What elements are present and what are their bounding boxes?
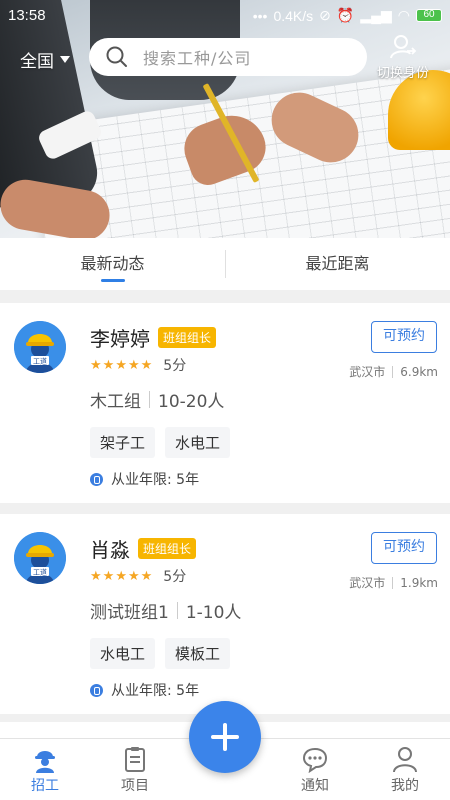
team-name: 木工组 (90, 392, 141, 412)
team-size: 1-10人 (185, 603, 242, 623)
city-selector[interactable]: 全国 (20, 47, 70, 72)
team-name: 测试班组1 (90, 603, 169, 623)
skill-tag: 模板工 (165, 638, 231, 669)
person-icon (393, 747, 417, 773)
nav-projects-label: 项目 (121, 778, 149, 794)
worker-name: 肖淼 (90, 538, 130, 562)
battery-icon: 60 (416, 9, 442, 22)
worker-name: 李婷婷 (90, 327, 150, 351)
nav-projects[interactable]: 项目 (90, 739, 180, 800)
star-icon: ★ (90, 568, 102, 584)
worker-card[interactable]: 工道 李婷婷 班组组长 ★ ★ ★ ★ ★ 5分 木工组 10-20人 架子工 … (0, 303, 450, 503)
chat-icon (302, 747, 328, 773)
alarm-icon: ⏰ (336, 7, 355, 23)
mute-icon: ⊘ (319, 7, 331, 23)
team-info: 木工组 10-20人 (90, 387, 224, 412)
star-icon: ★ (127, 568, 140, 584)
city-text: 武汉市 (349, 365, 386, 379)
distance-text: 6.9km (400, 364, 438, 379)
tab-divider (225, 250, 226, 278)
star-icon: ★ (127, 357, 140, 373)
search-icon (106, 46, 127, 67)
role-badge: 班组组长 (138, 538, 197, 559)
city-label: 全国 (20, 52, 54, 72)
book-button[interactable]: 可预约 (371, 321, 437, 353)
nav-notifications[interactable]: 通知 (270, 739, 360, 800)
switch-user-icon (390, 35, 417, 59)
avatar: 工道 (14, 321, 66, 373)
years-label: 从业年限: 5年 (111, 472, 200, 488)
score-label: 5分 (163, 569, 187, 585)
team-size: 10-20人 (158, 392, 225, 412)
status-dots: ••• (252, 7, 268, 24)
nav-recruit-label: 招工 (31, 778, 59, 794)
star-icon: ★ (90, 357, 102, 373)
experience-icon (90, 472, 103, 486)
nav-recruit[interactable]: 招工 (0, 739, 90, 800)
search-input[interactable]: 搜索工种/公司 (89, 38, 367, 76)
caret-down-icon (60, 56, 70, 63)
worker-icon (35, 751, 55, 773)
wifi-icon: ◠ (397, 7, 410, 23)
search-placeholder: 搜索工种/公司 (143, 49, 252, 68)
worker-avatar-icon: 工道 (14, 532, 66, 584)
location-info: 武汉市 1.9km (349, 574, 438, 591)
team-info: 测试班组1 1-10人 (90, 598, 241, 623)
rating-stars: ★ ★ ★ ★ ★ 5分 (90, 566, 186, 586)
years-label: 从业年限: 5年 (111, 683, 200, 699)
switch-identity-label: 切换身份 (376, 66, 429, 81)
signal-icon: ▂▄▆ (360, 7, 392, 23)
tab-latest[interactable]: 最新动态 (0, 238, 225, 290)
star-icon: ★ (140, 357, 153, 373)
status-bar: 13:58 ••• 0.4K/s ⊘ ⏰ ▂▄▆ ◠ 60 (0, 0, 450, 32)
worker-card[interactable]: 工道 肖淼 班组组长 ★ ★ ★ ★ ★ 5分 测试班组1 1-10人 水电工 … (0, 514, 450, 714)
avatar-text: 工道 (33, 568, 47, 577)
network-speed: 0.4K/s (273, 7, 314, 24)
star-icon: ★ (115, 357, 127, 373)
rating-stars: ★ ★ ★ ★ ★ 5分 (90, 355, 186, 375)
skill-tag: 架子工 (90, 427, 156, 458)
worker-avatar-icon: 工道 (14, 321, 66, 373)
skill-tags: 架子工 水电工 (90, 427, 231, 458)
avatar-text: 工道 (33, 357, 47, 366)
star-icon: ★ (115, 568, 127, 584)
skill-tags: 水电工 模板工 (90, 638, 231, 669)
nav-mine[interactable]: 我的 (360, 739, 450, 800)
experience-icon (90, 683, 103, 697)
location-info: 武汉市 6.9km (349, 363, 438, 380)
city-text: 武汉市 (349, 576, 386, 590)
avatar: 工道 (14, 532, 66, 584)
add-button[interactable] (189, 701, 261, 773)
star-icon: ★ (102, 357, 115, 373)
nav-mine-label: 我的 (391, 778, 419, 794)
distance-text: 1.9km (400, 575, 438, 590)
years-experience: 从业年限: 5年 (90, 680, 199, 700)
tab-nearest[interactable]: 最近距离 (225, 238, 450, 290)
clipboard-icon (125, 747, 145, 772)
switch-identity-button[interactable]: 切换身份 (372, 34, 434, 81)
star-icon: ★ (102, 568, 115, 584)
status-time: 13:58 (8, 7, 46, 24)
score-label: 5分 (163, 358, 187, 374)
skill-tag: 水电工 (165, 427, 231, 458)
role-badge: 班组组长 (158, 327, 217, 348)
book-button[interactable]: 可预约 (371, 532, 437, 564)
star-icon: ★ (140, 568, 153, 584)
nav-notifications-label: 通知 (301, 778, 329, 794)
skill-tag: 水电工 (90, 638, 156, 669)
years-experience: 从业年限: 5年 (90, 469, 199, 489)
